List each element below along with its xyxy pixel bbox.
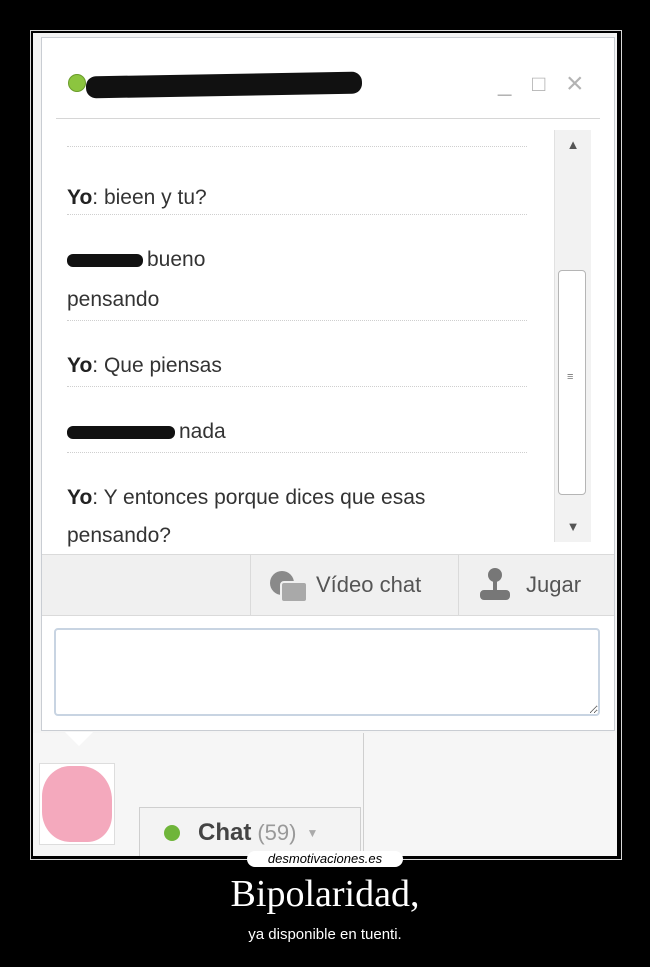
- site-watermark: desmotivaciones.es: [247, 851, 403, 867]
- message-item: Yo: bieen y tu?: [67, 180, 547, 216]
- message-input[interactable]: [54, 628, 600, 716]
- message-item: Yo: Que piensas: [67, 348, 547, 384]
- video-chat-button[interactable]: Vídeo chat: [270, 555, 421, 615]
- message-text: bueno: [147, 248, 206, 271]
- redacted-contact-name: [85, 71, 363, 99]
- avatar[interactable]: [39, 763, 115, 845]
- online-status-icon: [68, 74, 86, 92]
- redacted-sender: [67, 253, 143, 267]
- play-label: Jugar: [526, 572, 582, 597]
- scroll-up-icon[interactable]: ▲: [555, 130, 591, 160]
- message-text: : Y entonces porque dices que esas: [92, 486, 426, 509]
- bar-divider: [363, 733, 364, 856]
- chat-bottom-bar: Chat (59) ▼: [33, 732, 617, 856]
- scroll-down-icon[interactable]: ▼: [555, 512, 591, 542]
- window-pointer: [65, 732, 93, 746]
- message-scrollbar[interactable]: ▲ ≡ ▼: [554, 130, 591, 542]
- toolbar-divider: [458, 555, 459, 615]
- close-button[interactable]: ×: [566, 69, 584, 99]
- toolbar-divider: [250, 555, 251, 615]
- chat-label: Chat: [198, 818, 252, 846]
- play-button[interactable]: Jugar: [478, 555, 581, 615]
- chat-toggle-button[interactable]: Chat (59) ▼: [139, 807, 361, 856]
- message-sender: Yo: [67, 354, 93, 377]
- screenshot-area: _ □ × Yo: bieen y tu? bueno pensando Yo:…: [33, 33, 617, 856]
- video-chat-label: Vídeo chat: [316, 572, 422, 597]
- message-text: pensando: [67, 288, 160, 311]
- minimize-button[interactable]: _: [498, 72, 511, 96]
- message-divider: [67, 452, 527, 453]
- chat-toolbar: Vídeo chat Jugar: [42, 554, 614, 616]
- message-item: pensando: [67, 282, 547, 318]
- message-list: Yo: bieen y tu? bueno pensando Yo: Que p…: [42, 124, 554, 554]
- message-divider: [67, 320, 527, 321]
- chat-titlebar: _ □ ×: [42, 38, 614, 118]
- online-status-icon: [164, 824, 180, 841]
- message-sender: Yo: [67, 186, 93, 209]
- chat-window: _ □ × Yo: bieen y tu? bueno pensando Yo:…: [41, 37, 615, 731]
- message-item: bueno: [67, 242, 547, 278]
- message-text: : Que piensas: [92, 354, 222, 377]
- redacted-sender: [67, 425, 175, 439]
- message-divider: [67, 214, 527, 215]
- message-text: : bieen y tu?: [92, 186, 207, 209]
- chevron-down-icon[interactable]: ▼: [306, 826, 318, 840]
- message-divider: [67, 386, 527, 387]
- scroll-thumb[interactable]: ≡: [558, 270, 586, 495]
- poster-title: Bipolaridad,: [230, 873, 420, 915]
- message-item: nada: [67, 414, 547, 450]
- poster-subtitle: ya disponible en tuenti.: [248, 926, 402, 943]
- message-text: nada: [179, 420, 226, 443]
- message-item: Yo: Y entonces porque dices que esas: [67, 480, 547, 516]
- titlebar-divider: [56, 118, 600, 119]
- message-sender: Yo: [67, 486, 93, 509]
- scroll-grip-icon: ≡: [567, 371, 573, 383]
- message-item: pensando?: [67, 518, 547, 554]
- joystick-icon: [478, 568, 512, 602]
- chat-online-count: (59): [257, 819, 297, 845]
- message-divider: [67, 146, 527, 147]
- message-text: pensando?: [67, 524, 171, 547]
- maximize-button[interactable]: □: [532, 72, 545, 96]
- avatar-image: [42, 766, 112, 842]
- video-chat-icon: [270, 569, 308, 603]
